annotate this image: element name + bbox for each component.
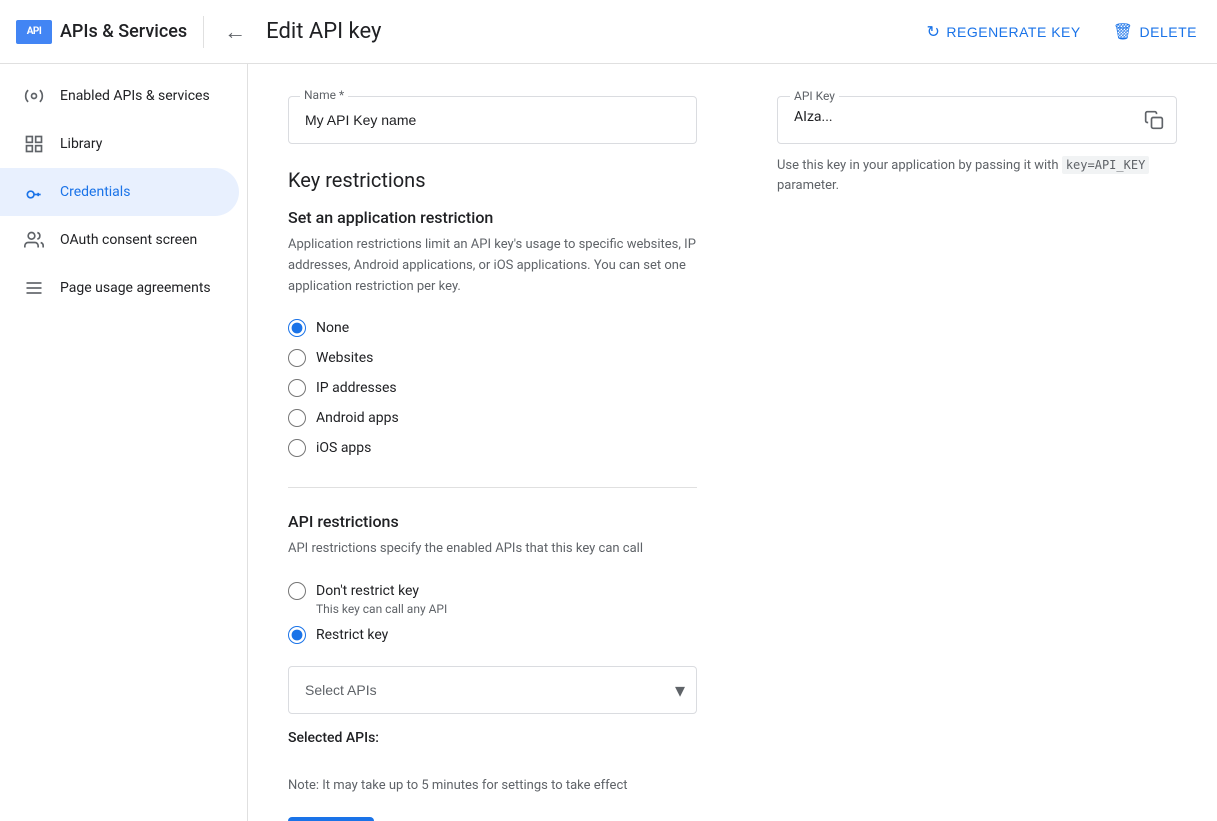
radio-restrict-key-label: Restrict key	[316, 627, 388, 643]
radio-android-input[interactable]	[288, 409, 306, 427]
sidebar-item-oauth-consent[interactable]: OAuth consent screen	[0, 216, 239, 264]
delete-button[interactable]: 🗑 DELETE	[1109, 14, 1201, 50]
main-layout: Enabled APIs & services Library Credenti…	[0, 64, 1217, 821]
sidebar-item-page-usage[interactable]: Page usage agreements	[0, 264, 239, 312]
save-button[interactable]: SAVE	[288, 817, 374, 821]
app-logo: API APIs & Services	[16, 20, 187, 44]
selected-apis-title: Selected APIs:	[288, 730, 697, 746]
radio-none-input[interactable]	[288, 319, 306, 337]
api-key-label: API Key	[790, 89, 839, 103]
credentials-icon	[24, 182, 44, 202]
cancel-button[interactable]: CANCEL	[390, 817, 466, 821]
radio-dont-restrict-sublabel: This key can call any API	[316, 602, 697, 616]
regenerate-icon: ↻	[926, 22, 940, 42]
radio-ip-label: IP addresses	[316, 380, 397, 396]
page-usage-icon	[24, 278, 44, 298]
radio-none[interactable]: None	[288, 313, 697, 343]
select-apis-dropdown[interactable]: Select APIs	[288, 666, 697, 714]
radio-android-label: Android apps	[316, 410, 399, 426]
delete-icon: 🗑	[1113, 22, 1134, 42]
sidebar-item-enabled-apis[interactable]: Enabled APIs & services	[0, 72, 239, 120]
radio-ip-input[interactable]	[288, 379, 306, 397]
api-restriction-options: Don't restrict key This key can call any…	[288, 576, 697, 650]
app-restriction-title: Set an application restriction	[288, 208, 697, 227]
sidebar-label-enabled-apis: Enabled APIs & services	[60, 88, 210, 104]
header-actions: ↻ REGENERATE KEY 🗑 DELETE	[922, 14, 1201, 50]
api-key-hint-code: key=API_KEY	[1062, 156, 1149, 174]
form-left: Name * Key restrictions Set an applicati…	[288, 96, 697, 821]
radio-ios-apps[interactable]: iOS apps	[288, 433, 697, 463]
copy-icon	[1144, 110, 1164, 130]
name-input[interactable]	[288, 96, 697, 144]
copy-api-key-button[interactable]	[1144, 110, 1164, 130]
radio-websites-label: Websites	[316, 350, 373, 366]
form-right: API Key AIza... Use this key in your app…	[777, 96, 1177, 195]
app-restriction-options: None Websites IP addresses Android apps	[288, 313, 697, 463]
api-key-hint: Use this key in your application by pass…	[777, 156, 1177, 195]
section-divider	[288, 487, 697, 488]
radio-android-apps[interactable]: Android apps	[288, 403, 697, 433]
select-apis-wrapper: Select APIs ▾	[288, 666, 697, 714]
api-key-group: API Key AIza...	[777, 96, 1177, 144]
radio-ip-addresses[interactable]: IP addresses	[288, 373, 697, 403]
delete-label: DELETE	[1140, 24, 1197, 40]
back-button[interactable]: ←	[220, 15, 250, 49]
app-restriction-desc: Application restrictions limit an API ke…	[288, 235, 697, 297]
api-key-value: AIza...	[794, 109, 833, 125]
api-restrictions-desc: API restrictions specify the enabled API…	[288, 539, 697, 560]
api-key-hint-suffix: parameter.	[777, 178, 839, 193]
sidebar-label-page-usage: Page usage agreements	[60, 280, 211, 296]
enabled-apis-icon	[24, 86, 44, 106]
sidebar-label-oauth: OAuth consent screen	[60, 232, 197, 248]
radio-dont-restrict-input[interactable]	[288, 582, 306, 600]
sidebar-item-credentials[interactable]: Credentials	[0, 168, 239, 216]
sidebar: Enabled APIs & services Library Credenti…	[0, 64, 248, 821]
radio-restrict-key[interactable]: Restrict key	[288, 620, 697, 650]
settings-note: Note: It may take up to 5 minutes for se…	[288, 778, 697, 793]
oauth-consent-icon	[24, 230, 44, 250]
regenerate-key-button[interactable]: ↻ REGENERATE KEY	[922, 14, 1084, 50]
form-grid: Name * Key restrictions Set an applicati…	[288, 96, 1177, 821]
app-title: APIs & Services	[60, 21, 187, 42]
name-field-group: Name *	[288, 96, 697, 144]
sidebar-label-credentials: Credentials	[60, 184, 130, 200]
radio-ios-input[interactable]	[288, 439, 306, 457]
logo-box: API	[16, 20, 52, 44]
radio-websites[interactable]: Websites	[288, 343, 697, 373]
name-field-label: Name *	[300, 88, 348, 102]
action-buttons: SAVE CANCEL	[288, 817, 697, 821]
main-content: Name * Key restrictions Set an applicati…	[248, 64, 1217, 821]
radio-ios-label: iOS apps	[316, 440, 371, 456]
key-restrictions-title: Key restrictions	[288, 168, 697, 192]
library-icon	[24, 134, 44, 154]
regenerate-label: REGENERATE KEY	[946, 24, 1080, 40]
radio-restrict-key-input[interactable]	[288, 626, 306, 644]
header-divider	[203, 16, 204, 48]
radio-websites-input[interactable]	[288, 349, 306, 367]
radio-none-label: None	[316, 320, 349, 336]
sidebar-label-library: Library	[60, 136, 102, 152]
sidebar-item-library[interactable]: Library	[0, 120, 239, 168]
api-key-hint-text: Use this key in your application by pass…	[777, 158, 1059, 173]
api-restrictions-title: API restrictions	[288, 512, 697, 531]
radio-dont-restrict-label: Don't restrict key	[316, 583, 419, 599]
top-header: API APIs & Services ← Edit API key ↻ REG…	[0, 0, 1217, 64]
page-title: Edit API key	[266, 19, 381, 44]
